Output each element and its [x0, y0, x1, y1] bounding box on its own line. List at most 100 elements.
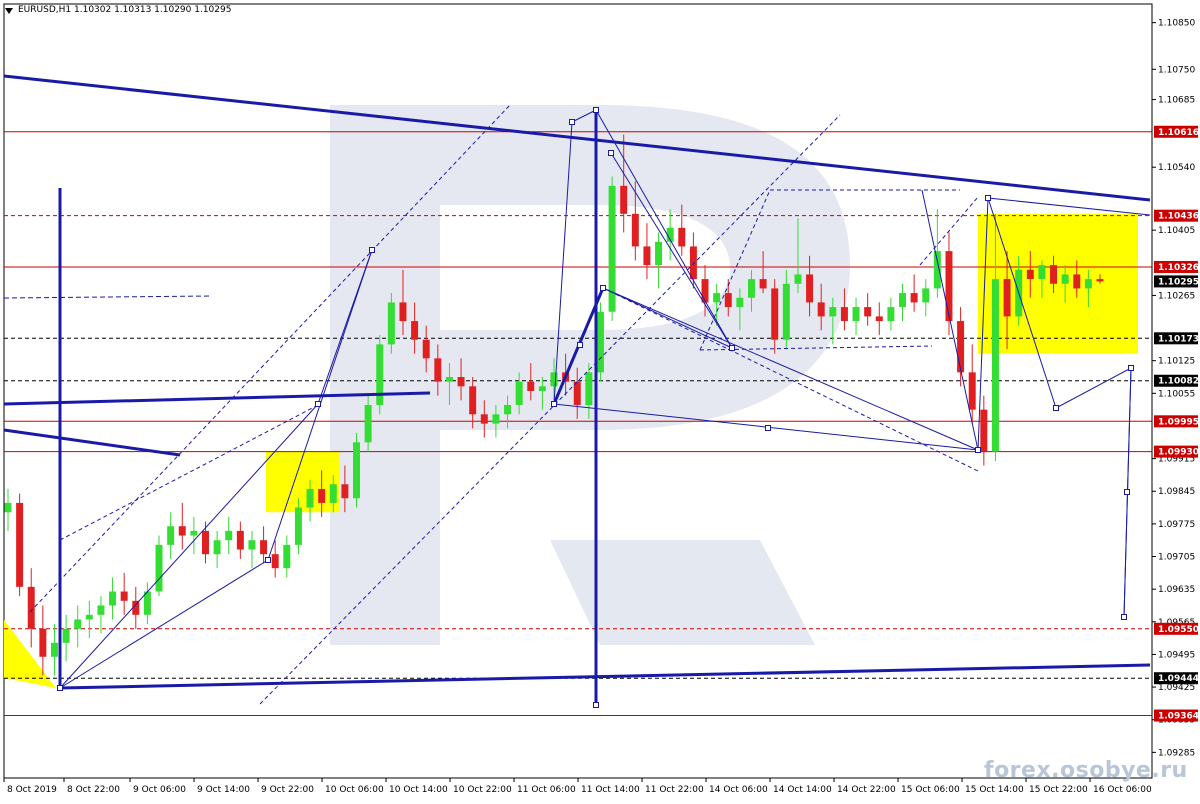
- price-level-label: 1.10616: [1158, 128, 1199, 138]
- candle-body: [1050, 265, 1058, 284]
- time-tick-label: 9 Oct 06:00: [133, 785, 186, 795]
- candle-body: [504, 404, 512, 415]
- price-chart[interactable]: 1.10850 1.10750 1.10685 1.10540 1.10405 1.102…: [0, 0, 1200, 800]
- handle-marker: [1128, 365, 1134, 371]
- candle-body: [585, 372, 593, 405]
- candle-body: [225, 530, 233, 541]
- time-tick-label: 14 Oct 06:00: [709, 785, 768, 795]
- time-tick-label: 15 Oct 22:00: [1029, 785, 1088, 795]
- candle-body: [945, 251, 953, 322]
- handle-marker: [593, 702, 599, 708]
- candle-body: [190, 530, 198, 536]
- candle-body: [306, 488, 314, 508]
- price-tick-label: 1.09425: [1158, 683, 1195, 693]
- handle-marker: [729, 345, 735, 351]
- price-tick-label: 1.10125: [1158, 357, 1195, 367]
- candle-body: [550, 372, 558, 387]
- candle-body: [596, 311, 604, 373]
- candle-body: [469, 386, 477, 415]
- candle-body: [167, 526, 175, 545]
- price-level-label: 1.09444: [1158, 674, 1199, 684]
- price-level-label: 1.10326: [1158, 263, 1199, 273]
- handle-marker: [765, 425, 771, 431]
- time-tick-label: 10 Oct 22:00: [453, 785, 512, 795]
- candle-body: [480, 414, 488, 424]
- candle-body: [50, 642, 58, 657]
- candle-body: [968, 372, 976, 410]
- price-tick-label: 1.10055: [1158, 389, 1195, 399]
- candle-body: [899, 293, 906, 308]
- candle-body: [74, 619, 82, 629]
- candle-body: [1073, 274, 1081, 289]
- handle-marker: [985, 195, 991, 201]
- watermark-text: forex.osobye.ru: [984, 758, 1188, 783]
- candle-body: [701, 279, 709, 303]
- time-tick-label: 9 Oct 22:00: [261, 785, 314, 795]
- candle-body: [39, 628, 47, 657]
- candle-body: [573, 381, 581, 405]
- handle-marker: [608, 150, 614, 156]
- candle-body: [271, 554, 279, 569]
- candle-body: [759, 279, 767, 289]
- candle-body: [620, 185, 628, 214]
- candle-body: [155, 544, 163, 592]
- candle-body: [887, 307, 895, 322]
- candle-body: [411, 321, 419, 340]
- candle-body: [341, 484, 349, 499]
- candle-body: [457, 377, 465, 387]
- symbol-ohlc-label: EURUSD,H1 1.10302 1.10313 1.10290 1.1029…: [18, 5, 231, 15]
- candle-body: [689, 246, 697, 280]
- handle-marker: [369, 247, 375, 253]
- candle-body: [655, 241, 663, 266]
- time-tick-label: 15 Oct 14:00: [965, 785, 1024, 795]
- price-tick-label: 1.09845: [1158, 487, 1195, 497]
- candle-body: [713, 293, 721, 303]
- handle-marker: [265, 557, 271, 563]
- time-tick-label: 10 Oct 06:00: [325, 785, 384, 795]
- price-tick-label: 1.10540: [1158, 163, 1195, 173]
- candle-body: [538, 386, 546, 391]
- candle-body: [422, 339, 430, 359]
- symbol-dropdown-icon[interactable]: [5, 8, 13, 14]
- candle-body: [62, 628, 70, 643]
- candle-body: [120, 591, 128, 601]
- candle-body: [236, 530, 244, 550]
- candle-body: [991, 279, 999, 452]
- candle-body: [933, 251, 941, 289]
- candle-body: [643, 246, 651, 266]
- zone-rect: [266, 451, 340, 513]
- handle-marker: [975, 447, 981, 453]
- candle-body: [387, 302, 395, 345]
- candle-body: [283, 544, 291, 569]
- candle-body: [1084, 279, 1092, 289]
- symbol-name: EURUSD,H1: [18, 5, 72, 15]
- candle-body: [1096, 279, 1104, 282]
- candle-body: [329, 484, 337, 503]
- handle-marker: [569, 119, 575, 125]
- price-level-label: 1.09364: [1158, 712, 1199, 722]
- time-tick-label: 16 Oct 06:00: [1093, 785, 1152, 795]
- candle-body: [748, 279, 755, 298]
- zone-rect: [978, 213, 1138, 354]
- time-tick-label: 8 Oct 22:00: [67, 785, 120, 795]
- price-level-label: 1.10173: [1158, 334, 1199, 344]
- price-level-label: 1.09995: [1158, 417, 1199, 427]
- candle-body: [376, 344, 384, 405]
- time-tick-label: 11 Oct 14:00: [581, 785, 640, 795]
- candle-body: [1061, 274, 1069, 284]
- handle-marker: [1121, 614, 1127, 620]
- chart-container[interactable]: 1.10850 1.10750 1.10685 1.10540 1.10405 1.102…: [0, 0, 1200, 800]
- candle-body: [399, 302, 407, 322]
- time-tick-label: 10 Oct 14:00: [389, 785, 448, 795]
- candle-body: [527, 381, 535, 391]
- price-tick-label: 1.10405: [1158, 226, 1195, 236]
- time-tick-label: 11 Oct 22:00: [645, 785, 704, 795]
- candle-body: [213, 540, 221, 555]
- candle-body: [260, 540, 268, 555]
- candle-body: [806, 274, 814, 303]
- candle-body: [445, 377, 453, 382]
- candle-body: [957, 321, 965, 373]
- candle-body: [1003, 279, 1011, 317]
- candle-body: [364, 404, 372, 443]
- candle-body: [852, 307, 860, 322]
